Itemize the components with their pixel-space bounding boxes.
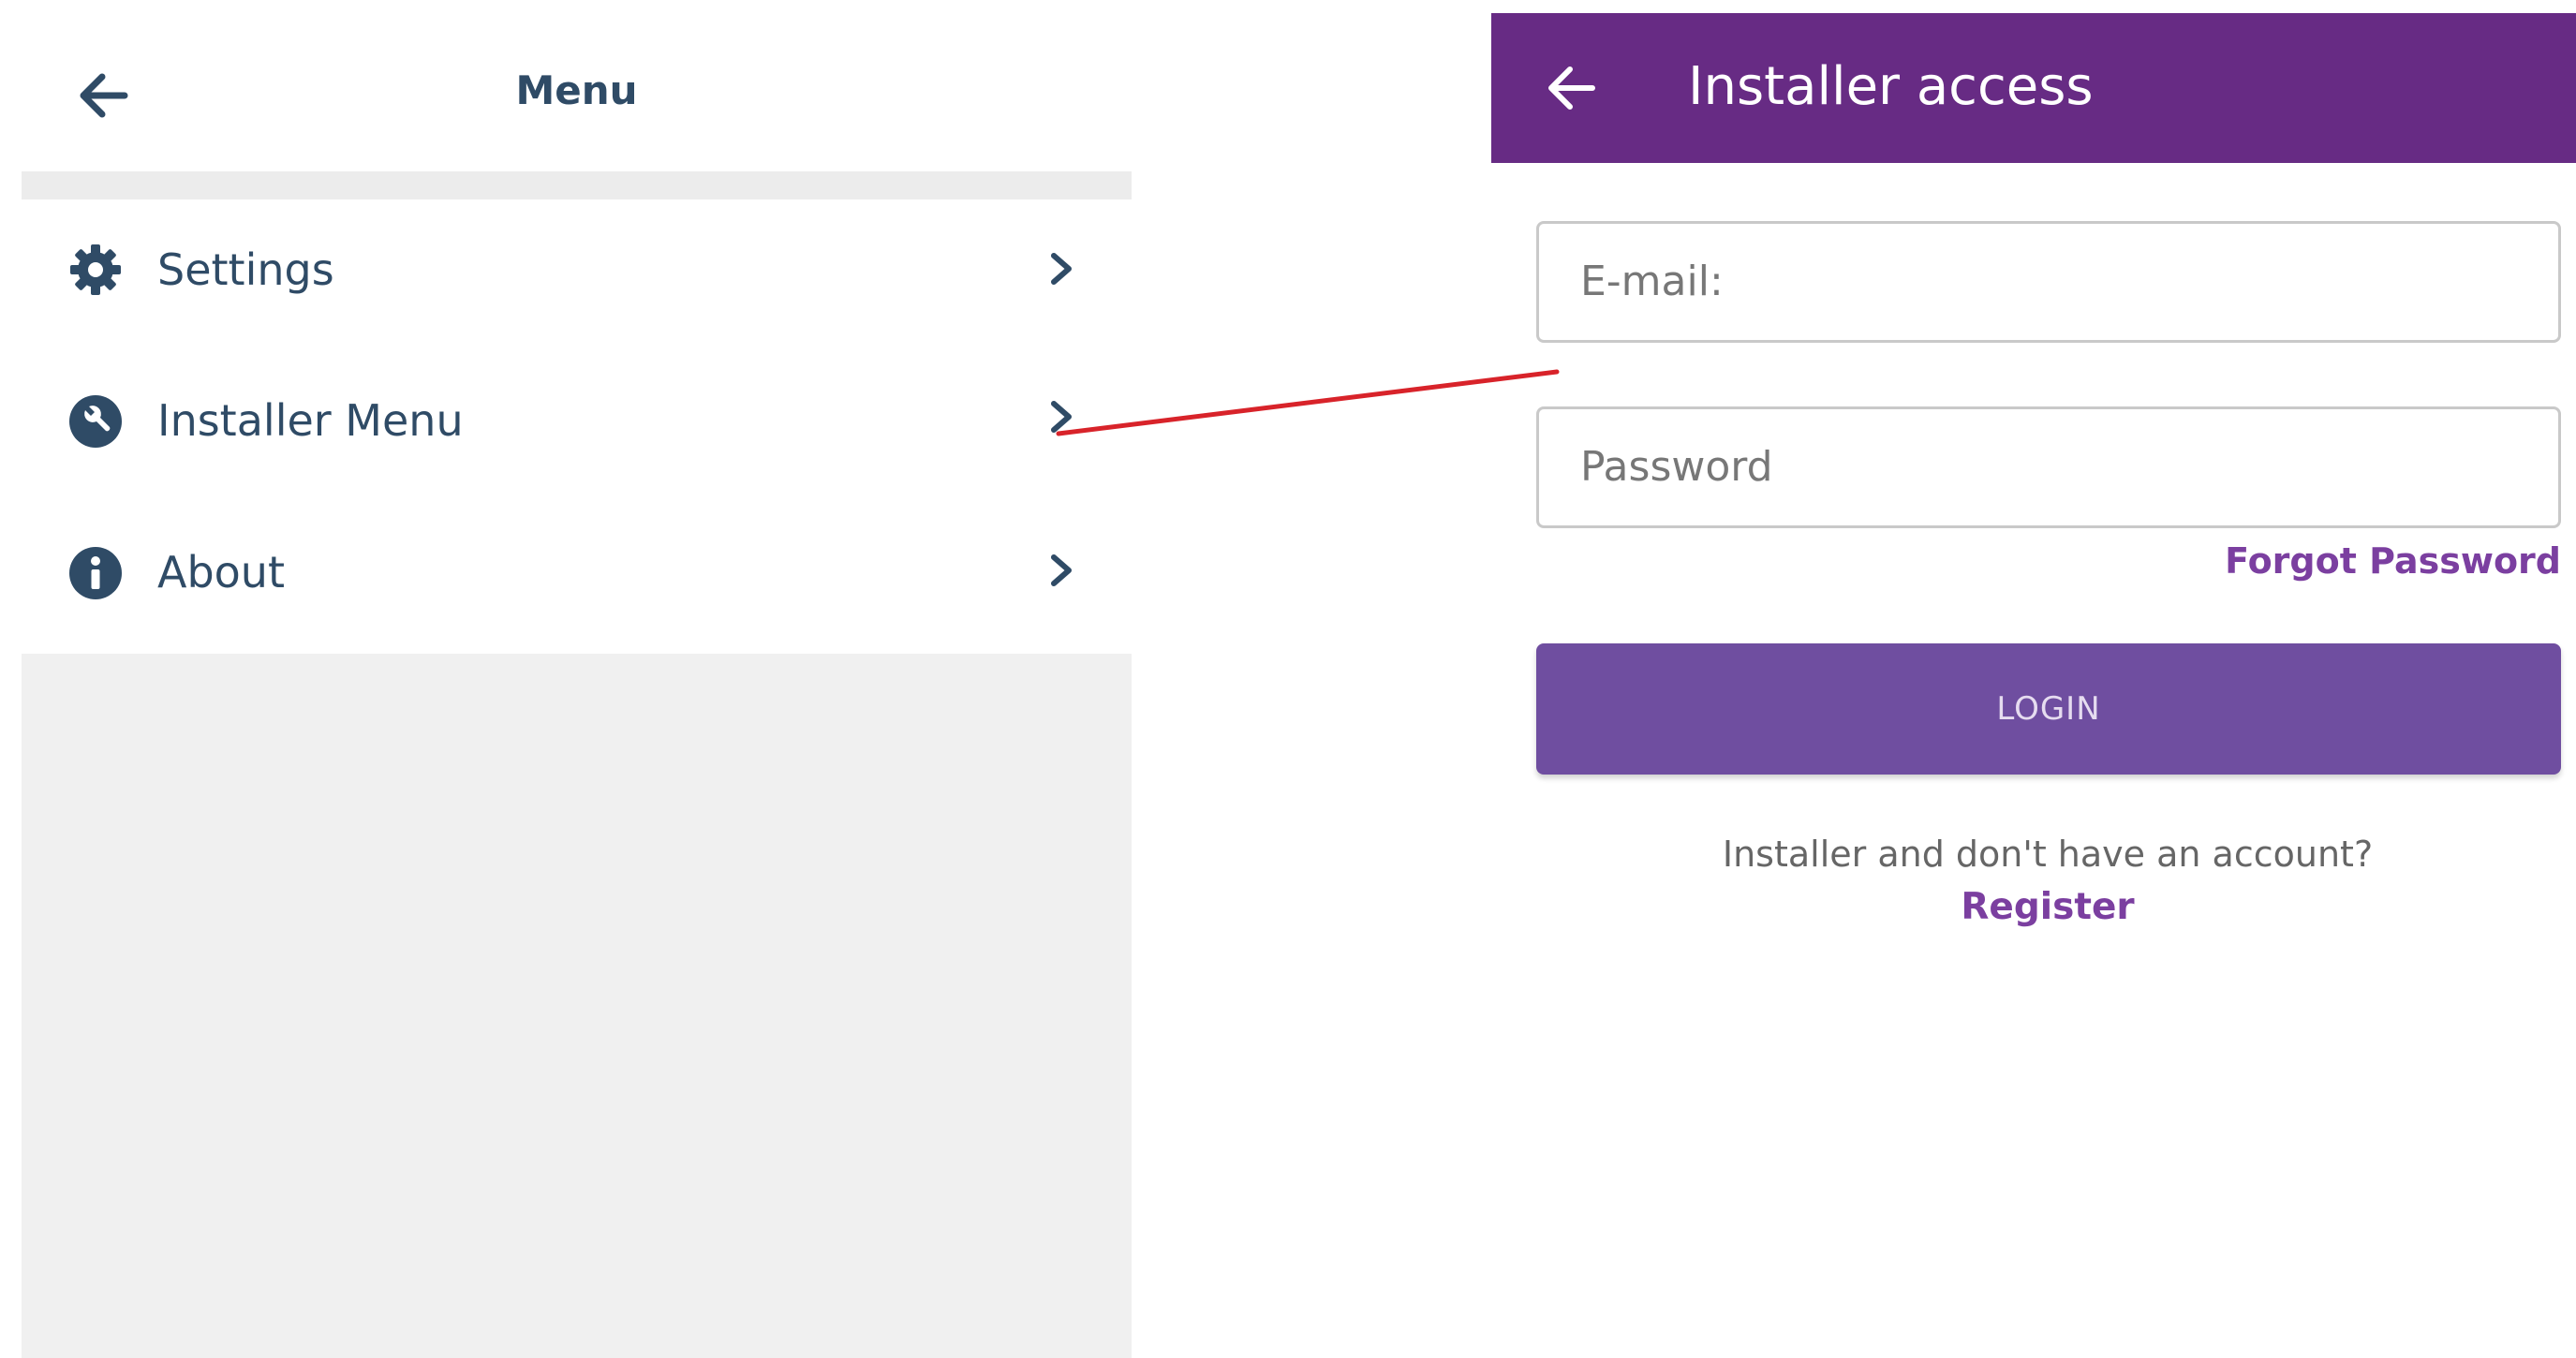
login-button[interactable]: LOGIN bbox=[1536, 643, 2561, 775]
menu-header: Menu bbox=[22, 0, 1132, 173]
register-link[interactable]: Register bbox=[1491, 886, 2576, 928]
no-account-text: Installer and don't have an account? bbox=[1722, 834, 2374, 875]
chevron-right-icon bbox=[1051, 253, 1072, 285]
forgot-password-link[interactable]: Forgot Password bbox=[2225, 540, 2561, 582]
menu-item-label: Installer Menu bbox=[157, 395, 464, 446]
arrow-left-icon[interactable] bbox=[1538, 55, 1604, 121]
menu-item-label: Settings bbox=[157, 244, 334, 295]
chevron-right-icon bbox=[1051, 554, 1072, 586]
menu-list: Settings Installer Menu About bbox=[22, 199, 1132, 654]
menu-empty-area bbox=[22, 654, 1132, 1358]
menu-item-about[interactable]: About bbox=[22, 501, 1132, 642]
divider bbox=[22, 171, 1132, 199]
info-icon bbox=[69, 547, 122, 599]
email-field[interactable]: E-mail: bbox=[1536, 221, 2561, 343]
installer-header: Installer access bbox=[1491, 13, 2576, 163]
menu-item-settings[interactable]: Settings bbox=[22, 199, 1132, 340]
page-title: Installer access bbox=[1688, 56, 2094, 117]
menu-item-label: About bbox=[157, 547, 286, 598]
menu-item-installer-menu[interactable]: Installer Menu bbox=[22, 349, 1132, 490]
login-button-label: LOGIN bbox=[1996, 690, 2101, 728]
installer-access-screen: Installer access E-mail: Password Forgot… bbox=[1491, 13, 2576, 1358]
menu-screen: Menu Settings Installer Menu About bbox=[22, 0, 1132, 1358]
gear-icon bbox=[70, 244, 121, 295]
chevron-right-icon bbox=[1051, 401, 1072, 433]
password-placeholder: Password bbox=[1580, 443, 1773, 491]
page-title: Menu bbox=[515, 67, 638, 113]
password-field[interactable]: Password bbox=[1536, 406, 2561, 528]
email-placeholder: E-mail: bbox=[1580, 258, 1724, 305]
wrench-icon bbox=[69, 395, 122, 448]
